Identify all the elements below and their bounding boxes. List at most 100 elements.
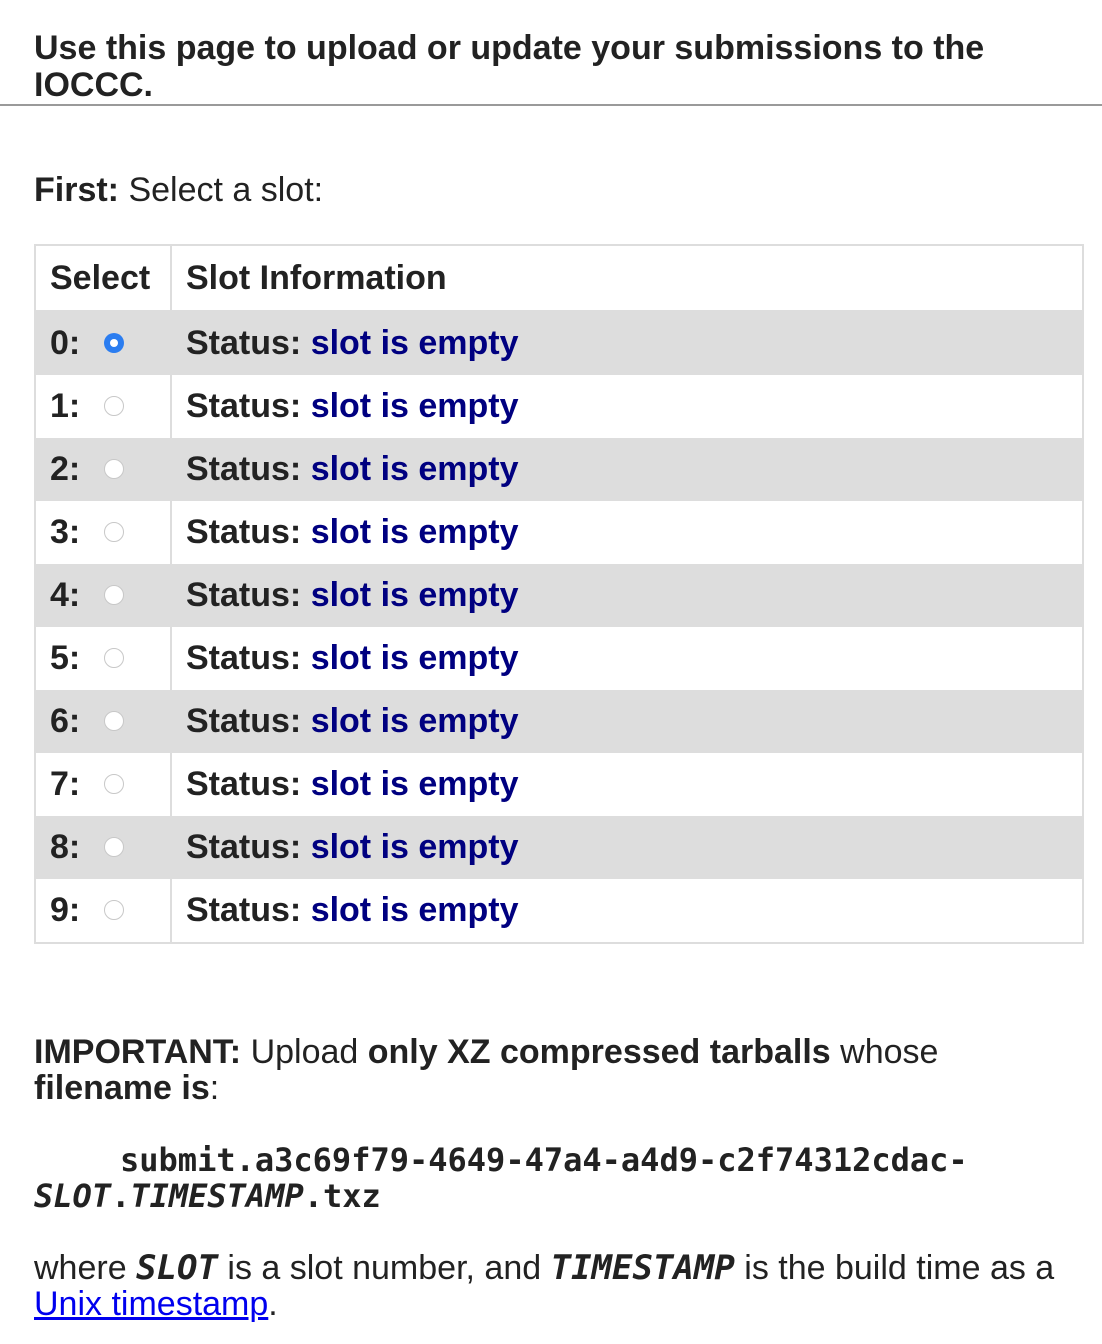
slot-radio-1[interactable] <box>104 396 124 417</box>
slot-row: 0: Status: slot is empty <box>35 311 1083 375</box>
slot-number: 3: <box>50 513 81 551</box>
status-label: Status: <box>186 702 302 740</box>
slot-number: 5: <box>50 639 81 677</box>
slot-number: 2: <box>50 450 81 488</box>
slot-row: 2: Status: slot is empty <box>35 438 1083 501</box>
filename-timestamp: TIMESTAMP <box>130 1177 304 1215</box>
slot-select-cell: 9: <box>35 879 172 943</box>
slot-row: 5: Status: slot is empty <box>35 627 1083 690</box>
where-explanation: where SLOT is a slot number, and TIMESTA… <box>34 1250 1074 1322</box>
slot-number: 1: <box>50 387 81 425</box>
status-label: Status: <box>186 576 302 614</box>
slot-info-cell: Status: slot is empty <box>171 690 1083 753</box>
slot-info-cell: Status: slot is empty <box>171 816 1083 879</box>
select-column-header: Select <box>35 245 172 312</box>
slot-info-cell: Status: slot is empty <box>171 438 1083 501</box>
status-value: slot is empty <box>310 576 519 614</box>
slot-number: 9: <box>50 891 81 929</box>
status-label: Status: <box>186 513 302 551</box>
status-label: Status: <box>186 891 302 929</box>
slot-info-cell: Status: slot is empty <box>171 375 1083 438</box>
slot-table-header: Select Slot Information <box>35 245 1083 312</box>
status-label: Status: <box>186 387 302 425</box>
important-bold-2: filename is <box>34 1069 210 1107</box>
status-value: slot is empty <box>310 450 519 488</box>
page-title: Use this page to upload or update your s… <box>34 29 985 104</box>
slot-select-cell: 3: <box>35 501 172 564</box>
status-value: slot is empty <box>310 702 519 740</box>
status-value: slot is empty <box>310 765 519 803</box>
where-text-2: is a slot number, and <box>217 1249 551 1287</box>
status-label: Status: <box>186 450 302 488</box>
first-label: First: <box>34 171 119 209</box>
status-value: slot is empty <box>310 324 519 362</box>
slot-radio-8[interactable] <box>104 837 124 858</box>
status-value: slot is empty <box>310 891 519 929</box>
slot-row: 7: Status: slot is empty <box>35 753 1083 816</box>
slot-row: 3: Status: slot is empty <box>35 501 1083 564</box>
slot-info-cell: Status: slot is empty <box>171 564 1083 627</box>
slot-row: 1: Status: slot is empty <box>35 375 1083 438</box>
slot-select-cell: 4: <box>35 564 172 627</box>
slot-radio-4[interactable] <box>104 585 124 606</box>
slot-radio-2[interactable] <box>104 459 124 480</box>
slot-info-cell: Status: slot is empty <box>171 627 1083 690</box>
important-bold-1: only XZ compressed tarballs <box>367 1033 831 1071</box>
slot-radio-0[interactable] <box>104 333 124 354</box>
slot-radio-7[interactable] <box>104 774 124 795</box>
where-text-1: where <box>34 1249 137 1287</box>
slot-radio-9[interactable] <box>104 900 124 921</box>
info-column-header: Slot Information <box>171 245 1083 312</box>
where-timestamp: TIMESTAMP <box>550 1248 735 1288</box>
slot-instruction: First: Select a slot: <box>34 170 323 210</box>
slot-row: 6: Status: slot is empty <box>35 690 1083 753</box>
status-value: slot is empty <box>310 639 519 677</box>
slot-number: 7: <box>50 765 81 803</box>
status-value: slot is empty <box>310 828 519 866</box>
slot-row: 9: Status: slot is empty <box>35 879 1083 943</box>
important-notice: IMPORTANT: Upload only XZ compressed tar… <box>34 1034 1074 1106</box>
slot-info-cell: Status: slot is empty <box>171 311 1083 375</box>
first-text: Select a slot: <box>128 171 324 209</box>
slot-row: 8: Status: slot is empty <box>35 816 1083 879</box>
slot-row: 4: Status: slot is empty <box>35 564 1083 627</box>
slot-select-cell: 6: <box>35 690 172 753</box>
slot-select-cell: 7: <box>35 753 172 816</box>
where-text-4: . <box>268 1285 278 1323</box>
slot-radio-3[interactable] <box>104 522 124 543</box>
important-text-3: : <box>209 1069 220 1107</box>
filename-dot: . <box>111 1177 131 1215</box>
important-text-1: Upload <box>241 1033 368 1071</box>
slot-table: Select Slot Information 0: Status: slot i… <box>34 244 1084 944</box>
slot-number: 6: <box>50 702 81 740</box>
filename-suffix: .txz <box>303 1177 381 1215</box>
status-value: slot is empty <box>310 387 519 425</box>
slot-select-cell: 5: <box>35 627 172 690</box>
slot-rows: 0: Status: slot is empty 1: Status: slot is… <box>35 311 1083 943</box>
slot-select-cell: 1: <box>35 375 172 438</box>
important-label: IMPORTANT: <box>34 1033 242 1071</box>
slot-radio-6[interactable] <box>104 711 124 732</box>
status-label: Status: <box>186 765 302 803</box>
status-label: Status: <box>186 324 302 362</box>
status-label: Status: <box>186 639 302 677</box>
slot-info-cell: Status: slot is empty <box>171 501 1083 564</box>
slot-info-cell: Status: slot is empty <box>171 879 1083 943</box>
slot-select-cell: 8: <box>35 816 172 879</box>
page-header: Use this page to upload or update your s… <box>0 0 1102 106</box>
important-text-2: whose <box>830 1033 939 1071</box>
filename-prefix: submit.a3c69f79-4649-47a4-a4d9-c2f74312c… <box>120 1141 968 1179</box>
slot-number: 4: <box>50 576 81 614</box>
unix-timestamp-link[interactable]: Unix timestamp <box>34 1285 268 1323</box>
slot-radio-5[interactable] <box>104 648 124 669</box>
slot-info-cell: Status: slot is empty <box>171 753 1083 816</box>
slot-number: 8: <box>50 828 81 866</box>
filename-pattern: submit.a3c69f79-4649-47a4-a4d9-c2f74312c… <box>34 1142 1084 1214</box>
slot-select-cell: 0: <box>35 311 172 375</box>
slot-number: 0: <box>50 324 81 362</box>
where-text-3: is the build time as a <box>734 1249 1055 1287</box>
status-label: Status: <box>186 828 302 866</box>
filename-slot: SLOT <box>34 1177 112 1215</box>
where-slot: SLOT <box>136 1248 218 1288</box>
status-value: slot is empty <box>310 513 519 551</box>
